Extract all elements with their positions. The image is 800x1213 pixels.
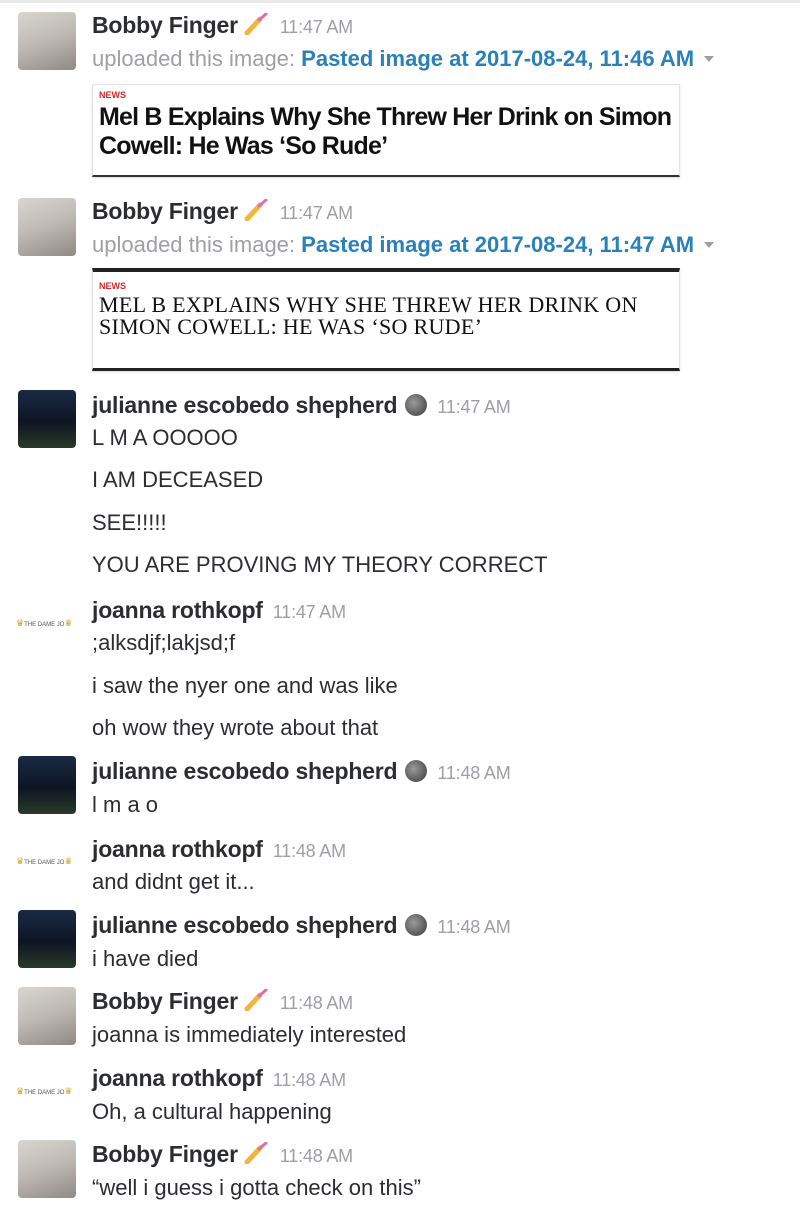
- message-text: YOU ARE PROVING MY THEORY CORRECT: [92, 552, 548, 577]
- message-header: joanna rothkopf 11:48 AM: [92, 836, 346, 863]
- card-tag: NEWS: [99, 281, 126, 291]
- message-text: i saw the nyer one and was like: [92, 673, 398, 698]
- nail-polish-icon: [244, 1141, 270, 1170]
- crown-icon: ♛: [16, 1086, 25, 1096]
- avatar[interactable]: [18, 390, 76, 448]
- avatar-text: THE DAME JO: [24, 622, 65, 628]
- nail-polish-icon: [244, 12, 270, 41]
- message-header: julianne escobedo shepherd 11:48 AM: [92, 758, 511, 785]
- avatar[interactable]: [18, 198, 76, 256]
- moon-icon: [405, 394, 428, 416]
- avatar[interactable]: [18, 12, 76, 70]
- avatar[interactable]: [18, 1140, 76, 1198]
- message-text: oh wow they wrote about that: [92, 715, 379, 740]
- nail-polish-icon: [244, 198, 270, 227]
- message-header: Bobby Finger 11:48 AM: [92, 1141, 353, 1170]
- chevron-down-icon[interactable]: [704, 56, 715, 62]
- timestamp[interactable]: 11:47 AM: [437, 397, 510, 417]
- timestamp[interactable]: 11:47 AM: [273, 602, 346, 622]
- avatar[interactable]: ♛THE DAME JO♛: [16, 618, 78, 632]
- avatar[interactable]: ♛THE DAME JO♛: [16, 1086, 78, 1100]
- timestamp[interactable]: 11:48 AM: [437, 763, 510, 783]
- author-name[interactable]: Bobby Finger: [92, 198, 238, 224]
- crown-icon: ♛: [16, 856, 25, 866]
- nail-polish-icon: [244, 988, 270, 1017]
- top-divider: [0, 0, 800, 3]
- moon-icon: [405, 914, 428, 936]
- author-name[interactable]: Bobby Finger: [92, 12, 238, 38]
- crown-icon: ♛: [64, 1086, 73, 1096]
- message-text: ;alksdjf;lakjsd;f: [92, 630, 236, 655]
- author-name[interactable]: Bobby Finger: [92, 988, 238, 1014]
- author-name[interactable]: julianne escobedo shepherd: [92, 392, 398, 418]
- author-name[interactable]: Bobby Finger: [92, 1141, 238, 1167]
- crown-icon: ♛: [64, 856, 73, 866]
- author-name[interactable]: joanna rothkopf: [92, 1065, 263, 1091]
- message-header: Bobby Finger 11:47 AM: [92, 198, 353, 227]
- upload-line: uploaded this image: Pasted image at 201…: [92, 232, 715, 258]
- message-header: julianne escobedo shepherd 11:48 AM: [92, 912, 511, 939]
- timestamp[interactable]: 11:48 AM: [280, 1146, 353, 1166]
- card-tag: NEWS: [99, 90, 126, 100]
- timestamp[interactable]: 11:48 AM: [273, 841, 346, 861]
- avatar-text: THE DAME JO: [24, 860, 65, 866]
- upload-line: uploaded this image: Pasted image at 201…: [92, 46, 715, 72]
- image-preview[interactable]: NEWS MEL B EXPLAINS WHY SHE THREW HER DR…: [92, 268, 680, 371]
- upload-prefix: uploaded this image:: [92, 46, 296, 71]
- avatar-text: THE DAME JO: [24, 1090, 65, 1096]
- chevron-down-icon[interactable]: [704, 242, 715, 248]
- card-headline: Mel B Explains Why She Threw Her Drink o…: [99, 103, 672, 160]
- timestamp[interactable]: 11:47 AM: [280, 203, 353, 223]
- timestamp[interactable]: 11:47 AM: [280, 17, 353, 37]
- message-text: joanna is immediately interested: [92, 1022, 407, 1047]
- timestamp[interactable]: 11:48 AM: [273, 1070, 346, 1090]
- crown-icon: ♛: [16, 618, 25, 628]
- file-link[interactable]: Pasted image at 2017-08-24, 11:47 AM: [301, 232, 694, 257]
- avatar[interactable]: [18, 987, 76, 1045]
- upload-prefix: uploaded this image:: [92, 232, 296, 257]
- message-header: julianne escobedo shepherd 11:47 AM: [92, 392, 511, 419]
- file-link[interactable]: Pasted image at 2017-08-24, 11:46 AM: [301, 46, 694, 71]
- author-name[interactable]: julianne escobedo shepherd: [92, 758, 398, 784]
- message-text: i have died: [92, 946, 199, 971]
- message-text: I AM DECEASED: [92, 467, 264, 492]
- message-header: Bobby Finger 11:47 AM: [92, 12, 353, 41]
- image-preview[interactable]: NEWS Mel B Explains Why She Threw Her Dr…: [92, 84, 680, 177]
- avatar[interactable]: [18, 756, 76, 814]
- avatar[interactable]: [18, 910, 76, 968]
- message-text: L M A OOOOO: [92, 425, 238, 450]
- message-header: joanna rothkopf 11:48 AM: [92, 1065, 346, 1092]
- card-headline: MEL B EXPLAINS WHY SHE THREW HER DRINK O…: [99, 292, 638, 339]
- author-name[interactable]: julianne escobedo shepherd: [92, 912, 398, 938]
- author-name[interactable]: joanna rothkopf: [92, 836, 263, 862]
- message-text: l m a o: [92, 792, 159, 817]
- message-header: Bobby Finger 11:48 AM: [92, 988, 353, 1017]
- message-header: joanna rothkopf 11:47 AM: [92, 597, 346, 624]
- timestamp[interactable]: 11:48 AM: [437, 917, 510, 937]
- message-text: “well i guess i gotta check on this”: [92, 1175, 421, 1200]
- message-text: SEE!!!!!: [92, 510, 167, 535]
- message-text: and didnt get it...: [92, 869, 255, 894]
- timestamp[interactable]: 11:48 AM: [280, 993, 353, 1013]
- avatar[interactable]: ♛THE DAME JO♛: [16, 856, 78, 870]
- moon-icon: [405, 760, 428, 782]
- message-text: Oh, a cultural happening: [92, 1099, 332, 1124]
- crown-icon: ♛: [64, 618, 73, 628]
- author-name[interactable]: joanna rothkopf: [92, 597, 263, 623]
